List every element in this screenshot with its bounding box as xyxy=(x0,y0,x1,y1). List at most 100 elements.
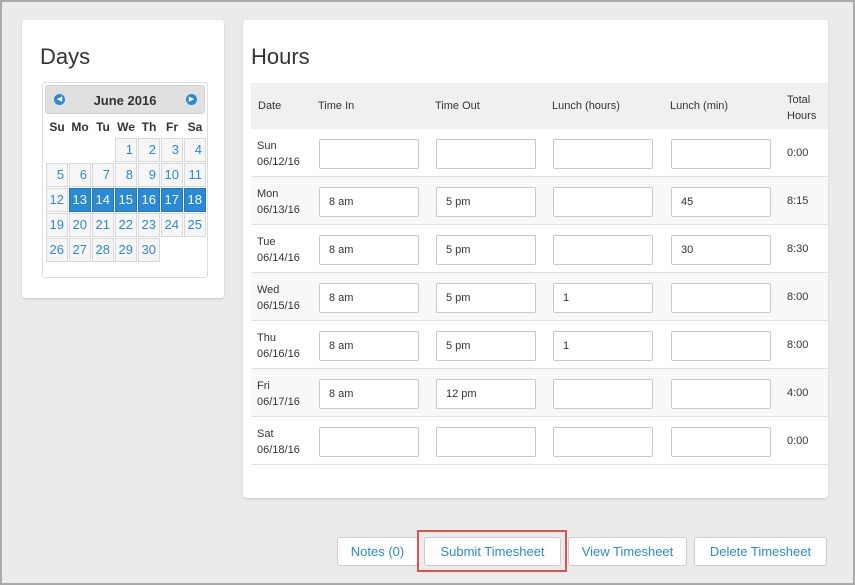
calendar-day[interactable]: 1 xyxy=(115,138,137,162)
calendar-empty-cell xyxy=(184,238,206,262)
lunch-hours-input[interactable] xyxy=(553,379,653,409)
lunch-min-input[interactable] xyxy=(671,427,771,457)
calendar-month-label: June 2016 xyxy=(93,93,157,108)
lunch-hours-input[interactable] xyxy=(553,139,653,169)
time-out-input[interactable] xyxy=(436,283,536,313)
lunch-min-input[interactable] xyxy=(671,139,771,169)
table-row: Mon 06/13/16 8:15 xyxy=(251,177,828,225)
calendar-day[interactable]: 28 xyxy=(92,238,114,262)
row-day: Tue xyxy=(257,236,276,248)
calendar-day[interactable]: 24 xyxy=(161,213,183,237)
calendar-day[interactable]: 30 xyxy=(138,238,160,262)
calendar-day[interactable]: 7 xyxy=(92,163,114,187)
calendar-empty-cell xyxy=(46,138,68,162)
lunch-hours-input[interactable] xyxy=(553,283,653,313)
lunch-hours-input[interactable] xyxy=(553,187,653,217)
lunch-hours-input[interactable] xyxy=(553,331,653,361)
weekday-label: Th xyxy=(141,120,157,134)
table-row: Thu 06/16/16 8:00 xyxy=(251,321,828,369)
lunch-min-input[interactable] xyxy=(671,379,771,409)
calendar-day[interactable]: 22 xyxy=(115,213,137,237)
lunch-min-input[interactable] xyxy=(671,187,771,217)
column-header-total-line1: Total xyxy=(787,94,811,106)
view-timesheet-button[interactable]: View Timesheet xyxy=(568,537,687,566)
row-day: Wed xyxy=(257,284,280,296)
calendar-day[interactable]: 13 xyxy=(69,188,91,212)
calendar-day[interactable]: 12 xyxy=(46,188,68,212)
lunch-min-input[interactable] xyxy=(671,283,771,313)
calendar-day[interactable]: 8 xyxy=(115,163,137,187)
time-in-input[interactable] xyxy=(319,235,419,265)
calendar-day[interactable]: 16 xyxy=(138,188,160,212)
row-day: Mon xyxy=(257,188,279,200)
calendar-day[interactable]: 23 xyxy=(138,213,160,237)
row-date: 06/17/16 xyxy=(257,396,300,408)
calendar-day[interactable]: 2 xyxy=(138,138,160,162)
lunch-hours-input[interactable] xyxy=(553,427,653,457)
calendar-day[interactable]: 6 xyxy=(69,163,91,187)
time-out-input[interactable] xyxy=(436,235,536,265)
table-row: Sat 06/18/16 0:00 xyxy=(251,417,828,465)
time-in-input[interactable] xyxy=(319,187,419,217)
table-row: Tue 06/14/16 8:30 xyxy=(251,225,828,273)
time-in-input[interactable] xyxy=(319,331,419,361)
date-cell: Mon 06/13/16 xyxy=(257,186,300,218)
chevron-right-icon[interactable]: ▶ xyxy=(186,94,197,105)
calendar-day[interactable]: 29 xyxy=(115,238,137,262)
days-panel: Days ◀ June 2016 ▶ Su Mo Tu We Th Fr Sa … xyxy=(22,20,224,298)
calendar-day[interactable]: 19 xyxy=(46,213,68,237)
date-cell: Sun 06/12/16 xyxy=(257,138,300,170)
row-day: Thu xyxy=(257,332,276,344)
total-hours-value: 8:30 xyxy=(787,243,809,255)
lunch-min-input[interactable] xyxy=(671,235,771,265)
lunch-hours-input[interactable] xyxy=(553,235,653,265)
calendar-day[interactable]: 5 xyxy=(46,163,68,187)
calendar-day[interactable]: 14 xyxy=(92,188,114,212)
notes-button[interactable]: Notes (0) xyxy=(337,537,418,566)
calendar-day[interactable]: 21 xyxy=(92,213,114,237)
time-in-input[interactable] xyxy=(319,283,419,313)
hours-table: Date Time In Time Out Lunch (hours) Lunc… xyxy=(251,83,828,465)
calendar: ◀ June 2016 ▶ Su Mo Tu We Th Fr Sa 12345… xyxy=(42,82,208,278)
column-header-time-in: Time In xyxy=(318,100,355,112)
date-cell: Tue 06/14/16 xyxy=(257,234,300,266)
calendar-day[interactable]: 18 xyxy=(184,188,206,212)
total-hours-value: 8:00 xyxy=(787,339,809,351)
date-cell: Wed 06/15/16 xyxy=(257,282,300,314)
time-in-input[interactable] xyxy=(319,379,419,409)
calendar-day[interactable]: 26 xyxy=(46,238,68,262)
calendar-day[interactable]: 15 xyxy=(115,188,137,212)
time-out-input[interactable] xyxy=(436,379,536,409)
row-date: 06/18/16 xyxy=(257,444,300,456)
time-in-input[interactable] xyxy=(319,139,419,169)
time-out-input[interactable] xyxy=(436,427,536,457)
row-day: Sun xyxy=(257,140,277,152)
calendar-day[interactable]: 20 xyxy=(69,213,91,237)
calendar-day[interactable]: 10 xyxy=(161,163,183,187)
column-header-time-out: Time Out xyxy=(435,100,480,112)
calendar-day[interactable]: 4 xyxy=(184,138,206,162)
calendar-day[interactable]: 25 xyxy=(184,213,206,237)
calendar-day[interactable]: 9 xyxy=(138,163,160,187)
date-cell: Sat 06/18/16 xyxy=(257,426,300,458)
row-date: 06/15/16 xyxy=(257,300,300,312)
time-out-input[interactable] xyxy=(436,139,536,169)
calendar-day[interactable]: 17 xyxy=(161,188,183,212)
time-out-input[interactable] xyxy=(436,187,536,217)
column-header-lunch-hours: Lunch (hours) xyxy=(552,100,620,112)
calendar-day[interactable]: 3 xyxy=(161,138,183,162)
lunch-min-input[interactable] xyxy=(671,331,771,361)
date-cell: Thu 06/16/16 xyxy=(257,330,300,362)
delete-timesheet-button[interactable]: Delete Timesheet xyxy=(694,537,827,566)
calendar-day[interactable]: 27 xyxy=(69,238,91,262)
calendar-empty-cell xyxy=(161,238,183,262)
days-title: Days xyxy=(40,44,91,69)
time-in-input[interactable] xyxy=(319,427,419,457)
row-day: Sat xyxy=(257,428,274,440)
time-out-input[interactable] xyxy=(436,331,536,361)
submit-timesheet-button[interactable]: Submit Timesheet xyxy=(424,537,561,566)
calendar-day[interactable]: 11 xyxy=(184,163,206,187)
calendar-empty-cell xyxy=(92,138,114,162)
calendar-grid: Su Mo Tu We Th Fr Sa 1 2 3 4 5 6 7 8 9 10 11 12 13 14… xyxy=(46,117,206,262)
weekday-label: Fr xyxy=(166,120,178,134)
